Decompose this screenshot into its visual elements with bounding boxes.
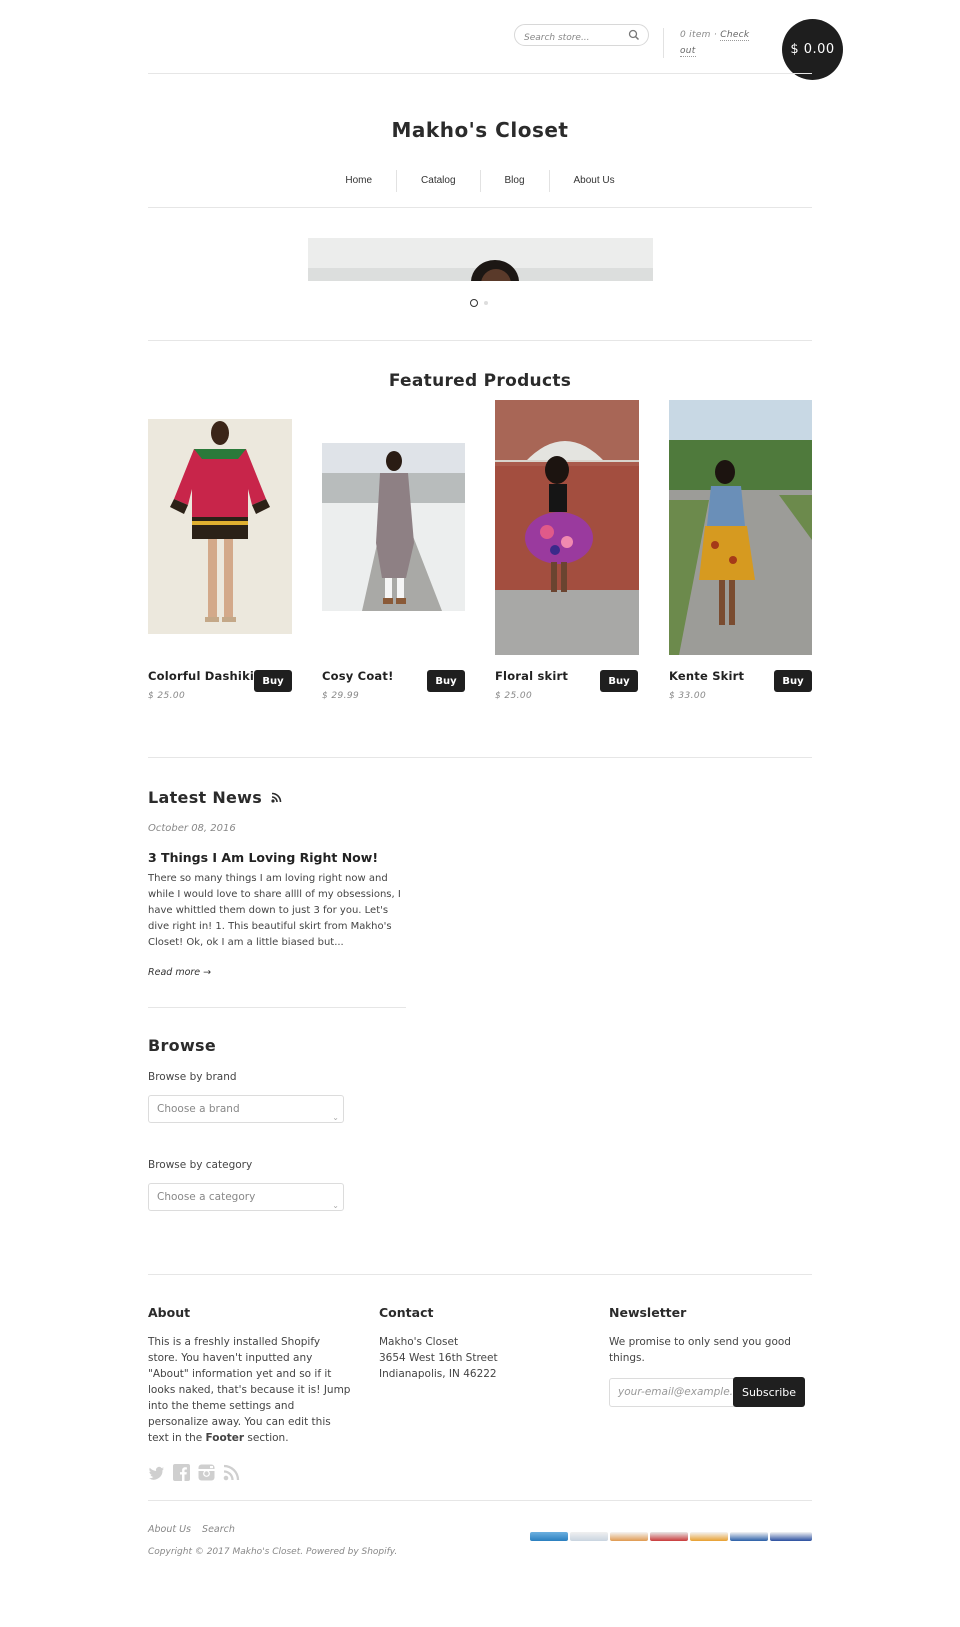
contact-city: Indianapolis, IN 46222	[379, 1368, 497, 1380]
latest-news-label: Latest News	[148, 788, 263, 807]
footer-contact-title: Contact	[379, 1305, 434, 1320]
footer-about-text: This is a freshly installed Shopify stor…	[148, 1334, 353, 1446]
slider-dot-active[interactable]	[470, 299, 478, 307]
amex-icon	[530, 1532, 568, 1541]
cart-summary: 0 item · Check out	[680, 27, 780, 59]
product-price: $ 25.00	[495, 691, 533, 701]
product-name[interactable]: Cosy Coat!	[322, 669, 394, 683]
browse-category-label: Browse by category	[148, 1159, 253, 1171]
buy-button[interactable]: Buy	[427, 670, 465, 692]
rss-feed-icon[interactable]	[223, 1464, 240, 1481]
slider-dot[interactable]	[484, 301, 488, 305]
nav-blog[interactable]: Blog	[479, 170, 549, 192]
mastercard-icon	[690, 1532, 728, 1541]
jcb-icon	[650, 1532, 688, 1541]
site-title[interactable]: Makho's Closet	[0, 118, 960, 142]
product-name[interactable]: Colorful Dashiki	[148, 669, 254, 683]
featured-rule	[148, 757, 812, 758]
product-image-floral-skirt[interactable]	[495, 400, 639, 655]
hero-slide-image[interactable]	[308, 238, 653, 281]
instagram-icon[interactable]	[198, 1464, 215, 1481]
subscribe-button[interactable]: Subscribe	[733, 1377, 805, 1407]
twitter-icon[interactable]	[148, 1465, 165, 1482]
checkout-link[interactable]: Check	[720, 30, 750, 41]
brand-select-value: Choose a brand	[157, 1103, 240, 1115]
read-more-link[interactable]: Read more →	[148, 967, 211, 978]
chevron-down-icon: ⌄	[332, 1113, 339, 1122]
cart-separator: ·	[713, 30, 718, 40]
footer-about-title: About	[148, 1305, 191, 1320]
category-select[interactable]: Choose a category ⌄	[148, 1183, 344, 1211]
browse-title: Browse	[148, 1036, 217, 1055]
search-input[interactable]	[515, 28, 625, 48]
featured-title: Featured Products	[388, 371, 572, 391]
rss-icon[interactable]	[271, 792, 282, 803]
post-excerpt: There so many things I am loving right n…	[148, 873, 401, 948]
newsletter-email-input[interactable]: your-email@example.com	[609, 1378, 734, 1407]
footer-newsletter-title: Newsletter	[609, 1305, 687, 1320]
brand-select[interactable]: Choose a brand ⌄	[148, 1095, 344, 1123]
product-price: $ 25.00	[148, 691, 186, 701]
visa-icon	[770, 1532, 812, 1541]
search-form	[514, 24, 649, 48]
footer-top-rule	[148, 1274, 812, 1275]
footer-link-bold[interactable]: Footer	[206, 1432, 245, 1444]
product-image-coat[interactable]	[322, 443, 465, 611]
post-date: October 08, 2016	[148, 823, 236, 834]
slider-rule	[148, 340, 812, 341]
search-icon[interactable]	[628, 29, 640, 41]
cart-total-button[interactable]: $ 0.00	[782, 19, 843, 80]
coat-photo	[322, 443, 465, 611]
contact-street: 3654 West 16th Street	[379, 1352, 498, 1364]
about-text-end: section.	[244, 1432, 289, 1444]
buy-button[interactable]: Buy	[774, 670, 812, 692]
chevron-down-icon: ⌄	[332, 1201, 339, 1210]
browse-brand-label: Browse by brand	[148, 1071, 237, 1083]
hero-photo	[308, 238, 653, 281]
footer-bottom-rule	[148, 1500, 812, 1501]
product-image-kente-skirt[interactable]	[669, 400, 812, 655]
product-price: $ 33.00	[669, 691, 707, 701]
cart-total: $ 0.00	[790, 42, 835, 57]
product-name[interactable]: Kente Skirt	[669, 669, 744, 683]
footer-link-about-us[interactable]: About Us	[148, 1524, 191, 1535]
news-rule	[148, 1007, 406, 1008]
cart-count[interactable]: 0 item	[680, 30, 711, 40]
nav-catalog[interactable]: Catalog	[396, 170, 479, 192]
kente-skirt-photo	[669, 400, 812, 655]
checkout-link-cont[interactable]: out	[680, 46, 696, 57]
main-nav: Home Catalog Blog About Us	[0, 170, 960, 192]
nav-rule	[148, 207, 812, 208]
post-title[interactable]: 3 Things I Am Loving Right Now!	[148, 850, 378, 865]
diners-icon	[570, 1532, 608, 1541]
newsletter-text: We promise to only send you good things.	[609, 1336, 791, 1364]
discover-icon	[610, 1532, 648, 1541]
nav-home[interactable]: Home	[321, 170, 396, 192]
footer-links: About Us Search	[148, 1524, 235, 1535]
about-text-body: This is a freshly installed Shopify stor…	[148, 1336, 351, 1444]
latest-news-title[interactable]: Latest News	[148, 788, 282, 807]
header-divider	[663, 28, 664, 58]
buy-button[interactable]: Buy	[600, 670, 638, 692]
product-image-dashiki[interactable]	[148, 419, 292, 634]
header-rule	[148, 73, 812, 74]
dashiki-photo	[148, 419, 292, 634]
contact-name: Makho's Closet	[379, 1336, 459, 1348]
product-name[interactable]: Floral skirt	[495, 669, 568, 683]
paypal-icon	[730, 1532, 768, 1541]
category-select-value: Choose a category	[157, 1191, 256, 1203]
nav-about-us[interactable]: About Us	[548, 170, 639, 192]
buy-button[interactable]: Buy	[254, 670, 292, 692]
floral-skirt-photo	[495, 400, 639, 655]
facebook-icon[interactable]	[173, 1464, 190, 1481]
product-price: $ 29.99	[322, 691, 360, 701]
footer-link-search[interactable]: Search	[202, 1524, 235, 1535]
copyright: Copyright © 2017 Makho's Closet. Powered…	[148, 1547, 398, 1557]
footer-contact: Makho's Closet 3654 West 16th Street Ind…	[379, 1334, 498, 1382]
